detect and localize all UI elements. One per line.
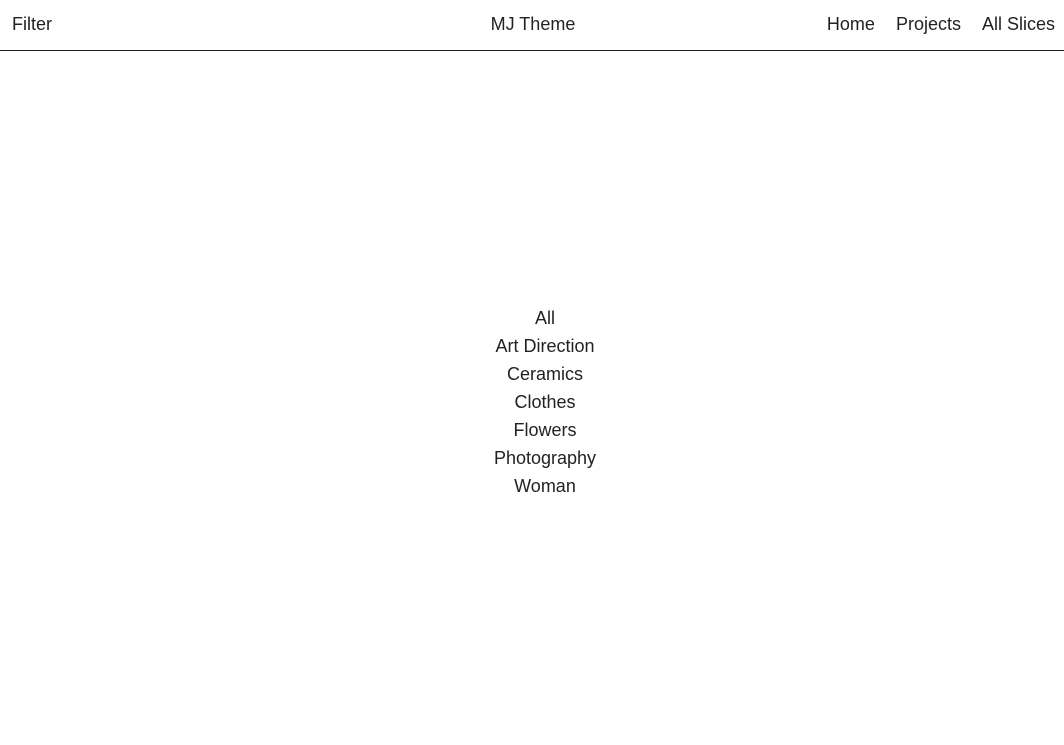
filter-item-photography[interactable]: Photography: [445, 444, 645, 472]
filter-item-woman[interactable]: Woman: [445, 472, 645, 500]
filter-item-art-direction[interactable]: Art Direction: [445, 332, 645, 360]
filter-item-flowers[interactable]: Flowers: [445, 416, 645, 444]
main-nav: Home Projects All Slices: [827, 13, 1055, 35]
site-header: Filter MJ Theme Home Projects All Slices: [0, 0, 1064, 51]
filter-item-all[interactable]: All: [445, 304, 645, 332]
filter-item-ceramics[interactable]: Ceramics: [445, 360, 645, 388]
filter-toggle-button[interactable]: Filter: [12, 13, 52, 35]
nav-item-home[interactable]: Home: [827, 13, 875, 35]
nav-item-projects[interactable]: Projects: [896, 13, 961, 35]
site-title-link[interactable]: MJ Theme: [491, 14, 576, 34]
filter-category-list: All Art Direction Ceramics Clothes Flowe…: [445, 304, 645, 500]
filter-item-clothes[interactable]: Clothes: [445, 388, 645, 416]
nav-item-all-slices[interactable]: All Slices: [982, 13, 1055, 35]
